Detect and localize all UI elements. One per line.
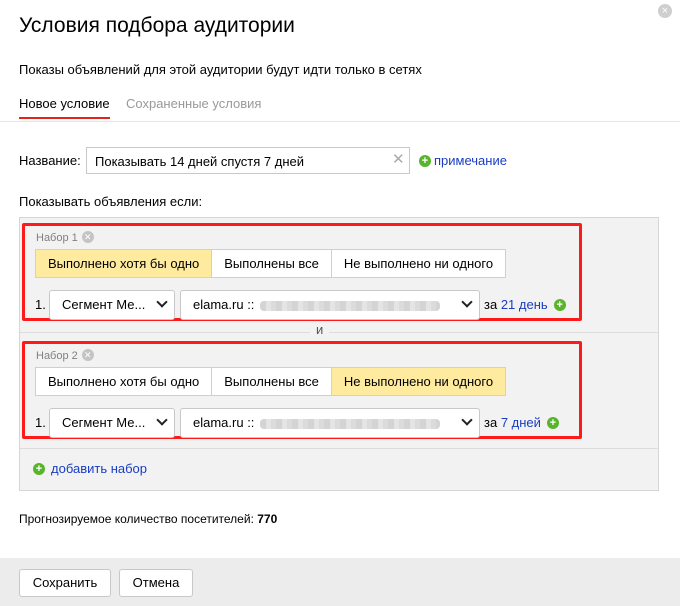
rule-value-select[interactable]: elama.ru :: [180,290,480,320]
rule-value-select[interactable]: elama.ru :: [180,408,480,438]
tab-saved-conditions[interactable]: Сохраненные условия [126,96,261,111]
visitor-forecast: Прогнозируемое количество посетителей: 7… [19,512,277,526]
rule-value-text: elama.ru :: [193,415,255,430]
option-none[interactable]: Не выполнено ни одного [330,367,507,396]
note-link-label: примечание [434,153,507,168]
tab-new-condition[interactable]: Новое условие [19,96,110,119]
condition-set-2: Набор 2 ✕ Выполнено хотя бы одно Выполнен… [22,341,582,439]
set-title: Набор 2 [36,350,78,362]
rule-value-text: elama.ru :: [193,297,255,312]
condition-sets-panel: Набор 1 ✕ Выполнено хотя бы одно Выполнен… [19,217,659,491]
set-title: Набор 1 [36,232,78,244]
chevron-down-icon [156,414,168,426]
save-button[interactable]: Сохранить [19,569,111,597]
show-if-label: Показывать объявления если: [19,194,203,209]
chevron-down-icon [461,296,473,308]
forecast-value: 770 [257,512,278,526]
rule-period: за 7 дней + [484,415,559,430]
dialog-footer: Сохранить Отмена [0,558,680,606]
chevron-down-icon [156,296,168,308]
dialog-subtitle: Показы объявлений для этой аудитории буд… [19,62,422,77]
chevron-down-icon [461,414,473,426]
plus-circle-icon: + [419,154,431,167]
period-prefix: за [484,415,498,430]
rule-type-value: Сегмент Ме... [62,297,146,312]
period-prefix: за [484,297,498,312]
redacted-text [260,418,441,429]
add-set-label: добавить набор [51,461,148,476]
add-rule-icon[interactable]: + [553,298,566,311]
condition-set-1: Набор 1 ✕ Выполнено хотя бы одно Выполнен… [22,223,582,321]
set-header: Набор 1 ✕ [36,231,94,244]
tab-bar: Новое условие Сохраненные условия [0,92,680,122]
add-note-link[interactable]: + примечание [419,153,507,168]
set-header: Набор 2 ✕ [36,349,94,362]
rule-period: за 21 день + [484,297,566,312]
period-link[interactable]: 7 дней [501,415,541,430]
forecast-label: Прогнозируемое количество посетителей: [19,512,254,526]
divider [20,448,658,449]
period-link[interactable]: 21 день [501,297,548,312]
cancel-button[interactable]: Отмена [119,569,193,597]
divider [20,332,658,333]
close-icon[interactable]: × [658,4,672,18]
remove-set-icon[interactable]: ✕ [81,349,94,362]
rule-type-select[interactable]: Сегмент Ме... [49,408,175,438]
remove-set-icon[interactable]: ✕ [81,231,94,244]
dialog-title: Условия подбора аудитории [19,14,295,37]
add-rule-icon[interactable]: + [546,416,559,429]
plus-circle-icon: + [33,462,45,475]
name-input[interactable]: Показывать 14 дней спустя 7 дней [86,147,410,174]
name-label: Название: [19,153,81,168]
rule-number: 1. [35,297,46,312]
match-mode-selector: Выполнено хотя бы одно Выполнены все Не … [35,249,507,278]
and-label: и [310,322,330,337]
rule-type-value: Сегмент Ме... [62,415,146,430]
add-set-link[interactable]: + добавить набор [33,461,147,476]
option-none[interactable]: Не выполнено ни одного [330,249,507,278]
option-at-least-one[interactable]: Выполнено хотя бы одно [35,367,213,396]
option-all[interactable]: Выполнены все [211,249,332,278]
audience-conditions-dialog: × Условия подбора аудитории Показы объяв… [0,0,680,606]
option-all[interactable]: Выполнены все [211,367,332,396]
redacted-text [260,300,441,311]
rule-type-select[interactable]: Сегмент Ме... [49,290,175,320]
match-mode-selector: Выполнено хотя бы одно Выполнены все Не … [35,367,507,396]
rule-number: 1. [35,415,46,430]
option-at-least-one[interactable]: Выполнено хотя бы одно [35,249,213,278]
clear-icon[interactable]: ✕ [392,152,405,168]
